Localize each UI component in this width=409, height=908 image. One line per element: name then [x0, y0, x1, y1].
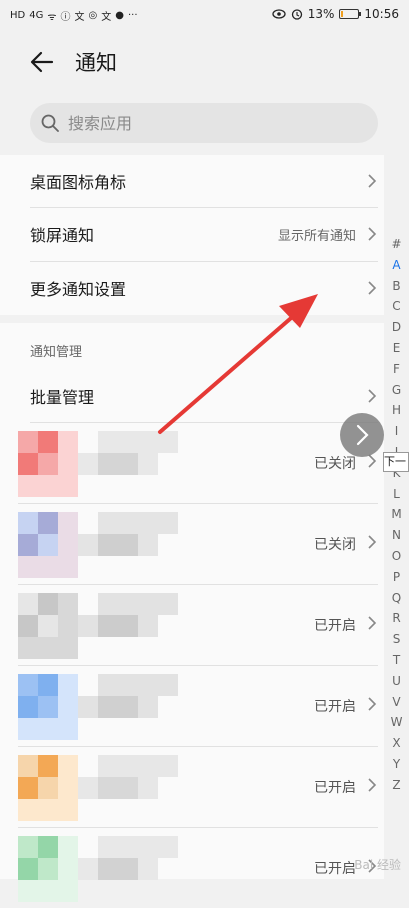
search-bar[interactable] — [30, 103, 378, 143]
alphabet-index-letter[interactable]: # — [384, 234, 409, 255]
alphabet-index-letter[interactable]: A — [384, 255, 409, 276]
chevron-right-icon — [368, 697, 377, 711]
alphabet-index-letter[interactable]: B — [384, 276, 409, 297]
batch-manage-label: 批量管理 — [30, 388, 95, 407]
chevron-right-icon — [368, 616, 377, 630]
back-arrow-icon[interactable] — [28, 48, 56, 76]
alphabet-index-letter[interactable]: T — [384, 650, 409, 671]
clock: 10:56 — [364, 7, 399, 21]
text-notify-icon-2: 文 — [101, 12, 112, 23]
alphabet-index-letter[interactable]: M — [384, 504, 409, 525]
app-status: 已开启 — [314, 618, 356, 634]
battery-icon — [339, 9, 362, 19]
alphabet-index-letter[interactable]: U — [384, 671, 409, 692]
chevron-right-icon — [356, 424, 369, 446]
batch-manage-row[interactable]: 批量管理 — [30, 370, 378, 422]
lockscreen-setting-label: 锁屏通知 — [30, 226, 95, 245]
alphabet-index-letter[interactable]: G — [384, 380, 409, 401]
next-bubble[interactable] — [340, 413, 384, 457]
battery-percent: 13% — [307, 7, 335, 21]
chevron-right-icon — [368, 174, 377, 188]
settings-card: 桌面图标角标 锁屏通知 显示所有通知 更多通知设置 — [0, 155, 384, 315]
alphabet-index-letter[interactable]: F — [384, 359, 409, 380]
next-tooltip: 下一 — [383, 452, 409, 472]
alphabet-index-letter[interactable]: E — [384, 338, 409, 359]
alphabet-index-letter[interactable]: X — [384, 733, 409, 754]
app-thumbnail — [18, 593, 178, 659]
badge-setting-row[interactable]: 桌面图标角标 — [30, 155, 378, 207]
alphabet-index-letter[interactable]: C — [384, 296, 409, 317]
page-title: 通知 — [75, 51, 117, 75]
app-row[interactable]: 已开启 — [0, 585, 384, 665]
chevron-right-icon — [368, 389, 377, 403]
chevron-right-icon — [368, 778, 377, 792]
search-icon — [41, 114, 59, 132]
app-thumbnail — [18, 512, 178, 578]
app-thumbnail — [18, 431, 178, 497]
alphabet-index-letter[interactable]: D — [384, 317, 409, 338]
alphabet-index-letter[interactable]: N — [384, 525, 409, 546]
app-row[interactable]: 已关闭 — [0, 504, 384, 584]
battery-level — [341, 11, 344, 17]
shield-notify-icon: ◎ — [88, 10, 98, 21]
app-thumbnail — [18, 674, 178, 740]
lockscreen-setting-value: 显示所有通知 — [277, 229, 356, 244]
more-settings-row[interactable]: 更多通知设置 — [30, 262, 378, 314]
app-status: 已开启 — [314, 861, 356, 877]
eye-icon — [272, 9, 286, 19]
wifi-icon: ᯤ — [47, 11, 57, 23]
lockscreen-setting-row[interactable]: 锁屏通知 显示所有通知 — [30, 208, 378, 260]
alarm-icon — [291, 9, 302, 20]
alphabet-index-letter[interactable]: R — [384, 608, 409, 629]
alphabet-index-letter[interactable]: S — [384, 629, 409, 650]
alphabet-index[interactable]: #ABCDEFGHIJKLMNOPQRSTUVWXYZ — [384, 234, 409, 794]
alphabet-index-letter[interactable]: P — [384, 567, 409, 588]
status-left-icons: HD 4G ᯤ ⓘ 文 ◎ 文 ● ··· — [10, 8, 138, 23]
more-notify-icon: ··· — [127, 10, 138, 21]
app-row[interactable]: 已关闭 — [0, 423, 384, 503]
app-row[interactable]: 已开启 — [0, 828, 384, 908]
alphabet-index-letter[interactable]: I — [384, 421, 409, 442]
alphabet-index-letter[interactable]: Q — [384, 588, 409, 609]
status-right-icons: 13% 10:56 — [272, 7, 399, 21]
management-card: 通知管理 批量管理 已关闭 已关闭 已开启 已开启 已开启 已开启 — [0, 323, 384, 902]
chevron-right-icon — [368, 281, 377, 295]
app-status: 已关闭 — [314, 537, 356, 553]
alphabet-index-letter[interactable]: W — [384, 712, 409, 733]
app-row[interactable]: 已开启 — [0, 666, 384, 746]
header: 通知 — [0, 32, 409, 92]
more-settings-label: 更多通知设置 — [30, 280, 127, 299]
search-input[interactable] — [68, 103, 358, 143]
signal-4g-icon: 4G — [29, 10, 44, 21]
hd-icon: HD — [10, 10, 26, 21]
badge-setting-label: 桌面图标角标 — [30, 173, 127, 192]
status-bar: HD 4G ᯤ ⓘ 文 ◎ 文 ● ··· 13% 10:56 — [0, 0, 409, 32]
chat-notify-icon: ● — [115, 10, 124, 21]
section-label: 通知管理 — [30, 345, 83, 360]
chevron-right-icon — [368, 535, 377, 549]
watermark: Bai 经验 — [354, 858, 401, 872]
alphabet-index-letter[interactable]: O — [384, 546, 409, 567]
alphabet-index-letter[interactable]: Z — [384, 775, 409, 796]
alphabet-index-letter[interactable]: L — [384, 484, 409, 505]
app-status: 已开启 — [314, 699, 356, 715]
app-thumbnail — [18, 755, 178, 821]
alphabet-index-letter[interactable]: V — [384, 692, 409, 713]
alphabet-index-letter[interactable]: Y — [384, 754, 409, 775]
app-row[interactable]: 已开启 — [0, 747, 384, 827]
app-status: 已开启 — [314, 780, 356, 796]
app-notify-icon: ⓘ — [60, 12, 71, 23]
alphabet-index-letter[interactable]: H — [384, 400, 409, 421]
chevron-right-icon — [368, 227, 377, 241]
app-thumbnail — [18, 836, 178, 902]
text-notify-icon: 文 — [74, 12, 85, 23]
